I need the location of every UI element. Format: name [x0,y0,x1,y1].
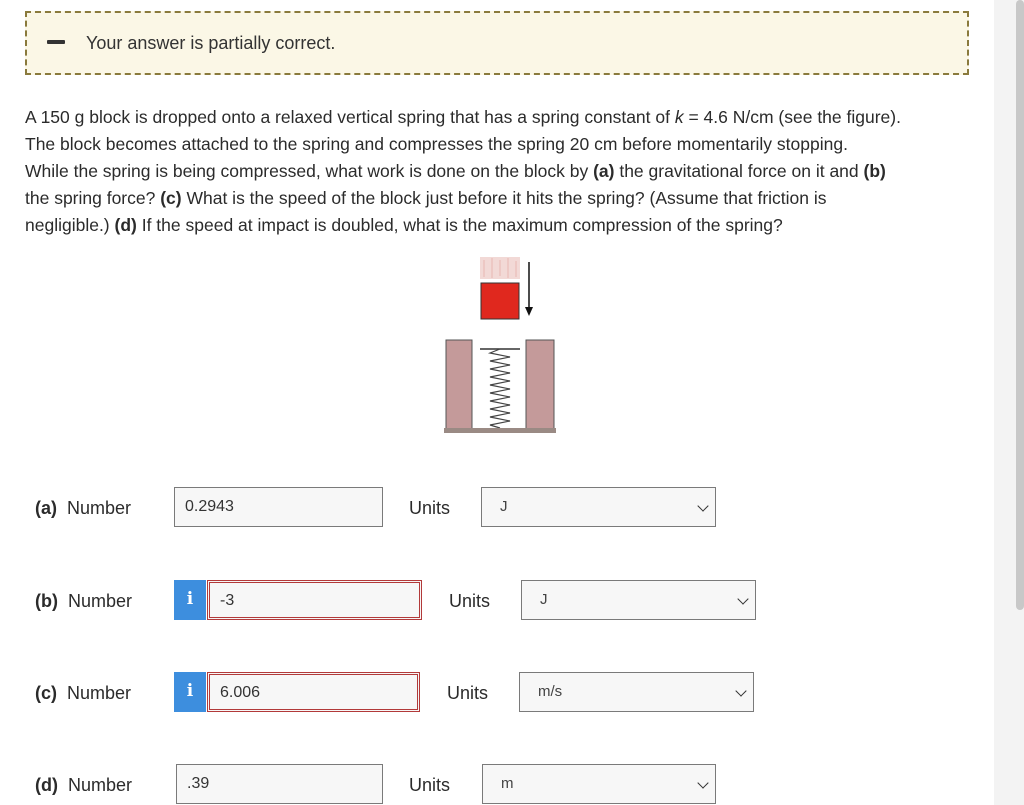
minus-icon [47,40,65,44]
row-d-label: (d) Number [35,775,133,795]
content-area: Your answer is partially correct. A 150 … [0,0,994,805]
row-a-label: (a) Number [35,498,132,518]
answer-d-number-input[interactable]: .39 [176,764,383,804]
chevron-down-icon [697,500,709,512]
answer-d-units-select[interactable]: m [482,764,716,804]
ground [444,428,556,433]
answer-a-units-select[interactable]: J [481,487,716,527]
motion-blur-lines [480,257,520,279]
answer-c-number-input[interactable]: 6.006 [207,672,420,712]
answer-c-units-select[interactable]: m/s [519,672,754,712]
spring [487,348,511,429]
feedback-banner: Your answer is partially correct. [25,11,969,75]
block [480,282,520,320]
row-b-units-label: Units [449,591,491,611]
left-wall [445,339,473,433]
row-b-label: (b) Number [35,591,133,611]
feedback-status-text: Your answer is partially correct. [86,33,336,53]
answer-b-number-input[interactable]: -3 [207,580,422,620]
scrollbar-thumb[interactable] [1016,0,1024,610]
row-c-label: (c) Number [35,683,132,703]
row-d-units-label: Units [409,775,451,795]
spring-block-figure [444,257,556,433]
info-icon[interactable]: i [174,672,206,712]
chevron-down-icon [735,685,747,697]
answer-b-units-select[interactable]: J [521,580,756,620]
down-arrow-icon [525,262,533,316]
chevron-down-icon [697,777,709,789]
chevron-down-icon [737,593,749,605]
answer-a-number-input[interactable]: 0.2943 [174,487,383,527]
info-icon[interactable]: i [174,580,206,620]
row-c-units-label: Units [447,683,489,703]
row-a-units-label: Units [409,498,451,518]
question-text: A 150 g block is dropped onto a relaxed … [25,107,901,235]
right-wall [525,339,555,433]
